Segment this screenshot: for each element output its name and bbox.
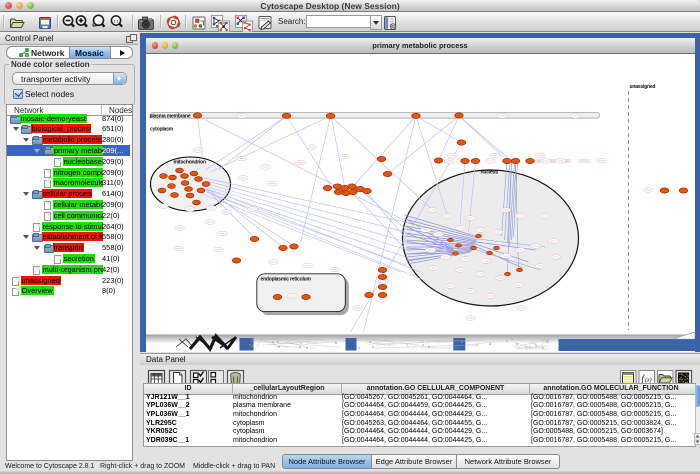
svg-text:mitochondrion: mitochondrion bbox=[173, 160, 206, 166]
svg-text:cytoplasm: cytoplasm bbox=[150, 127, 174, 133]
svg-text:plasma membrane: plasma membrane bbox=[149, 113, 190, 119]
svg-text:endoplasmic reticulum: endoplasmic reticulum bbox=[260, 276, 311, 282]
svg-text:1:1: 1:1 bbox=[113, 19, 119, 24]
svg-text:unassigned: unassigned bbox=[629, 84, 655, 90]
svg-text:nucleus: nucleus bbox=[480, 170, 498, 176]
